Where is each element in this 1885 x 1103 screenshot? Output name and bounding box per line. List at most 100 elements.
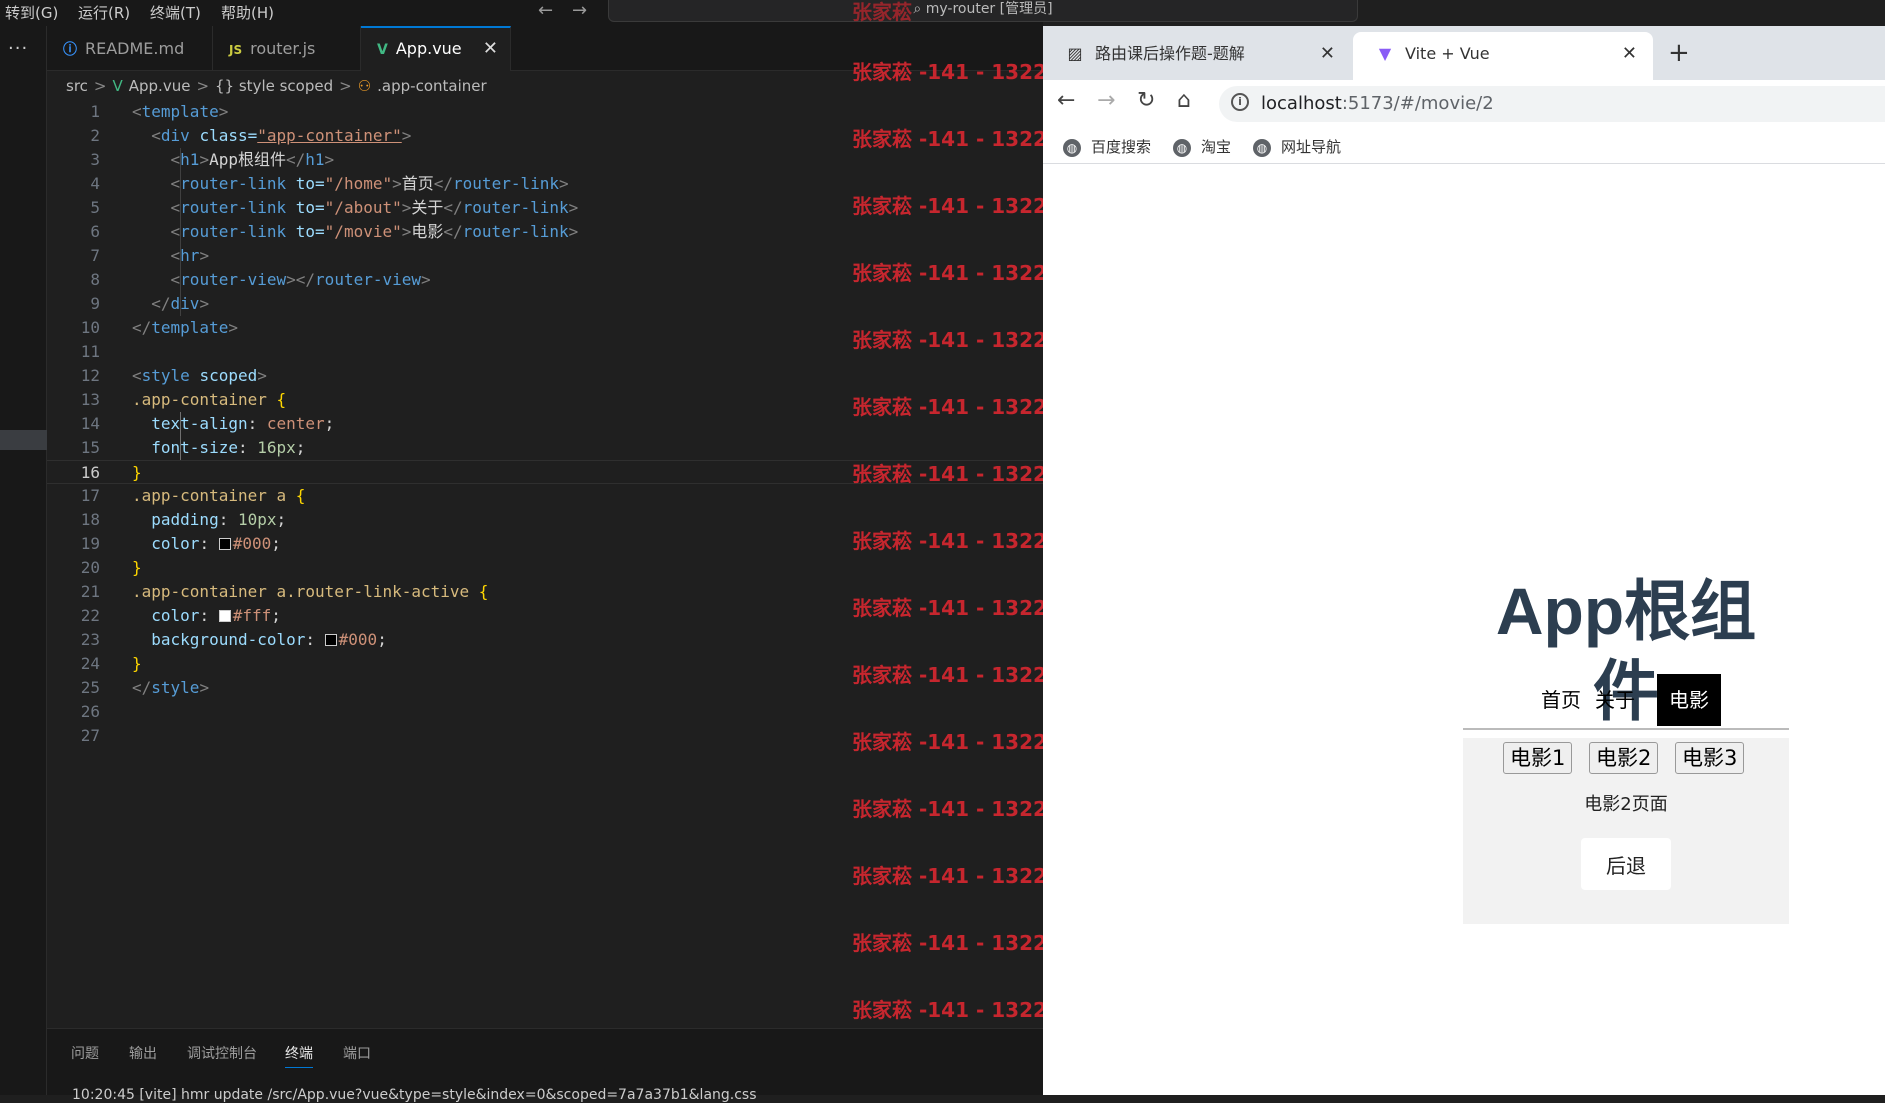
address-bar[interactable]: i localhost:5173/#/movie/2 (1219, 86, 1885, 122)
vue-file-icon: V (377, 42, 388, 58)
movie-3-button[interactable]: 电影3 (1675, 742, 1745, 774)
command-center-label: my-router [管理员] (925, 1, 1053, 17)
browser-tab-vite-vue[interactable]: ▼ Vite + Vue ✕ (1353, 32, 1653, 80)
bookmarks-bar: ◍ 百度搜索 ◍ 淘宝 ◍ 网址导航 (1043, 128, 1885, 164)
divider (1463, 728, 1789, 730)
terminal-output: 10:20:45 [vite] hmr update /src/App.vue?… (72, 1087, 757, 1103)
close-icon[interactable]: ✕ (483, 28, 498, 69)
forward-arrow-icon[interactable]: → (572, 0, 587, 21)
watermark: 张家菘 -141 - 1322 (852, 462, 1047, 486)
menu-help[interactable]: 帮助(H) (221, 2, 274, 23)
movie-panel: 电影1 电影2 电影3 电影2页面 后退 (1463, 738, 1789, 924)
browser-toolbar: ← → ↻ ⌂ i localhost:5173/#/movie/2 (1043, 80, 1885, 128)
globe-icon: ◍ (1253, 139, 1271, 157)
browser-tab-strip: ▨ 路由课后操作题-题解 ✕ ▼ Vite + Vue ✕ + (1043, 26, 1885, 80)
back-arrow-icon[interactable]: ← (538, 0, 553, 21)
code-line: 26 (80, 702, 100, 721)
menu-goto[interactable]: 转到(G) (5, 2, 58, 23)
panel-tab-output[interactable]: 输出 (129, 1043, 157, 1063)
watermark: 张家菘 -141 - 1322 (852, 931, 1047, 955)
menu-run[interactable]: 运行(R) (78, 2, 130, 23)
vue-file-icon: V (112, 77, 123, 95)
code-line: 6 <router-link to="/movie">电影</router-li… (90, 222, 579, 241)
activity-bar: ··· (0, 26, 47, 1095)
back-icon[interactable]: ← (1057, 88, 1075, 113)
tab-readme[interactable]: ⓘ README.md (47, 26, 213, 71)
vscode-window: 转到(G) 运行(R) 终端(T) 帮助(H) ← → ⌕ my-router … (0, 0, 1358, 1103)
selector-icon: ⚇ (357, 77, 372, 95)
nav-links: 首页 关于 电影 (1463, 674, 1789, 726)
watermark: 张家菘 -141 - 1322 (852, 261, 1047, 285)
close-icon[interactable]: ✕ (1320, 32, 1335, 76)
breadcrumb-src[interactable]: src (66, 77, 88, 95)
watermark: 张家菘 -141 - 1322 (852, 730, 1047, 754)
panel-tab-debug-console[interactable]: 调试控制台 (187, 1043, 257, 1063)
globe-icon: ◍ (1173, 139, 1191, 157)
watermark: 张家菘 -141 - 1322 (852, 328, 1047, 352)
new-tab-button[interactable]: + (1668, 38, 1690, 68)
watermark: 张家菘 -141 - 1322 (852, 60, 1047, 84)
watermark: 张家菘 -141 - 1322 (852, 127, 1047, 151)
tab-router-js[interactable]: JS router.js (213, 26, 361, 71)
breadcrumb: src > V App.vue > {} style scoped > ⚇ .app-conta… (66, 77, 493, 95)
globe-icon: ◍ (1063, 139, 1081, 157)
activity-marker (0, 430, 47, 450)
breadcrumb-separator: > (93, 77, 107, 95)
watermark: 张家菘 -141 - 1322 (852, 529, 1047, 553)
code-line: 17 .app-container a { (80, 486, 306, 505)
link-movie[interactable]: 电影 (1657, 674, 1721, 726)
search-icon: ⌕ (913, 1, 926, 17)
watermark: 张家菘 -141 - 1322 (852, 194, 1047, 218)
panel-tab-terminal[interactable]: 终端 (285, 1043, 313, 1068)
movie-1-button[interactable]: 电影1 (1503, 742, 1573, 774)
menu-terminal[interactable]: 终端(T) (150, 2, 201, 23)
watermark: 张家菘 (852, 0, 912, 24)
color-swatch[interactable] (218, 538, 231, 550)
home-icon[interactable]: ⌂ (1177, 88, 1191, 113)
watermark: 张家菘 -141 - 1322 (852, 395, 1047, 419)
forward-icon[interactable]: → (1097, 88, 1115, 113)
tab-label: router.js (250, 39, 316, 58)
breadcrumb-selector[interactable]: .app-container (377, 77, 487, 95)
watermark: 张家菘 -141 - 1322 (852, 864, 1047, 888)
code-line: 1 <template> (90, 102, 229, 121)
command-center[interactable]: ⌕ my-router [管理员] (608, 0, 1358, 22)
code-line: 23 background-color: #000; (80, 630, 387, 649)
site-info-icon[interactable]: i (1231, 93, 1249, 111)
movie-page-text: 电影2页面 (1584, 794, 1668, 815)
app-container: App根组件 首页 关于 电影 电影1 电影2 电影3 电影2页面 后退 (1463, 571, 1789, 924)
watermark: 张家菘 -141 - 1322 (852, 797, 1047, 821)
code-line: 20} (80, 558, 142, 577)
breadcrumb-style[interactable]: {} style scoped (215, 77, 333, 95)
bottom-panel: 问题 输出 调试控制台 终端 端口 10:20:45 [vite] hmr up… (47, 1028, 1043, 1103)
bookmark-navigation[interactable]: ◍ 网址导航 (1253, 136, 1341, 157)
reload-icon[interactable]: ↻ (1137, 88, 1155, 113)
page-favicon-icon: ▨ (1067, 44, 1083, 63)
panel-tab-ports[interactable]: 端口 (343, 1043, 371, 1063)
color-swatch[interactable] (324, 634, 337, 646)
code-line: 9 </div> (90, 294, 210, 313)
close-icon[interactable]: ✕ (1622, 32, 1637, 76)
watermark: 张家菘 -141 - 1322 (852, 663, 1047, 687)
more-icon[interactable]: ··· (8, 38, 28, 59)
breadcrumb-file[interactable]: App.vue (129, 77, 191, 95)
color-swatch[interactable] (218, 610, 231, 622)
breadcrumb-separator: > (196, 77, 210, 95)
tab-label: README.md (85, 39, 185, 58)
link-about[interactable]: 关于 (1583, 674, 1647, 726)
bookmark-taobao[interactable]: ◍ 淘宝 (1173, 136, 1231, 157)
js-file-icon: JS (229, 43, 243, 57)
tab-label: App.vue (395, 39, 462, 58)
movie-2-button[interactable]: 电影2 (1589, 742, 1659, 774)
back-button[interactable]: 后退 (1581, 838, 1671, 890)
url-text[interactable]: localhost:5173/#/movie/2 (1261, 93, 1494, 114)
bookmark-baidu[interactable]: ◍ 百度搜索 (1063, 136, 1151, 157)
panel-tab-problems[interactable]: 问题 (71, 1043, 99, 1063)
browser-tab-label: Vite + Vue (1405, 44, 1490, 63)
vite-favicon-icon: ▼ (1378, 44, 1392, 63)
watermark: 张家菘 -141 - 1322 (852, 998, 1047, 1022)
code-line: 12 <style scoped> (80, 366, 267, 385)
tab-app-vue[interactable]: V App.vue ✕ (361, 26, 511, 71)
browser-tab-label: 路由课后操作题-题解 (1095, 44, 1245, 63)
browser-tab-solution[interactable]: ▨ 路由课后操作题-题解 ✕ (1043, 32, 1351, 80)
